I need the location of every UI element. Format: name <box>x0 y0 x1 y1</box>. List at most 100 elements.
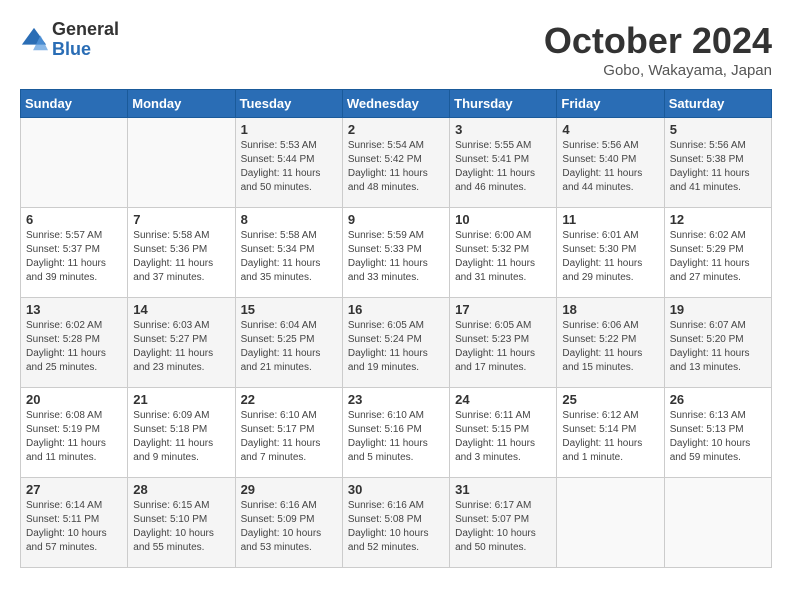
calendar-cell: 28Sunrise: 6:15 AM Sunset: 5:10 PM Dayli… <box>128 478 235 568</box>
day-number: 12 <box>670 212 766 227</box>
calendar-cell: 12 Sunrise: 6:02 AM Sunset: 5:29 PM Dayli… <box>664 208 771 298</box>
day-detail: Sunrise: 6:05 AM Sunset: 5:23 PM Dayligh… <box>455 319 551 375</box>
day-detail: Sunrise: 6:02 AM Sunset: 5:28 PM Dayligh… <box>26 319 122 375</box>
day-detail: Sunrise: 5:55 AM Sunset: 5:41 PM Dayligh… <box>455 139 551 195</box>
day-detail: Sunrise: 6:12 AM Sunset: 5:14 PM Dayligh… <box>562 409 658 465</box>
calendar-cell: 7 Sunrise: 5:58 AM Sunset: 5:36 PM Daylig… <box>128 208 235 298</box>
calendar-cell <box>21 118 128 208</box>
day-number: 29 <box>241 482 337 497</box>
day-detail: Sunrise: 6:17 AM Sunset: 5:07 PM Dayligh… <box>455 499 551 555</box>
calendar-cell: 11Sunrise: 6:01 AM Sunset: 5:30 PM Dayli… <box>557 208 664 298</box>
day-detail: Sunrise: 6:14 AM Sunset: 5:11 PM Dayligh… <box>26 499 122 555</box>
calendar-cell: 4Sunrise: 5:56 AM Sunset: 5:40 PM Daylig… <box>557 118 664 208</box>
calendar-week-row: 27 Sunrise: 6:14 AM Sunset: 5:11 PM Dayli… <box>21 478 772 568</box>
calendar-cell: 24Sunrise: 6:11 AM Sunset: 5:15 PM Dayli… <box>450 388 557 478</box>
weekday-header: Sunday <box>21 90 128 118</box>
day-detail: Sunrise: 6:06 AM Sunset: 5:22 PM Dayligh… <box>562 319 658 375</box>
calendar-week-row: 6 Sunrise: 5:57 AM Sunset: 5:37 PM Daylig… <box>21 208 772 298</box>
logo-general: General <box>52 20 119 40</box>
day-detail: Sunrise: 6:03 AM Sunset: 5:27 PM Dayligh… <box>133 319 229 375</box>
calendar-cell: 2 Sunrise: 5:54 AM Sunset: 5:42 PM Daylig… <box>342 118 449 208</box>
calendar-cell: 6 Sunrise: 5:57 AM Sunset: 5:37 PM Daylig… <box>21 208 128 298</box>
header: General Blue October 2024 Gobo, Wakayama… <box>20 20 772 79</box>
day-detail: Sunrise: 6:04 AM Sunset: 5:25 PM Dayligh… <box>241 319 337 375</box>
calendar-cell: 10 Sunrise: 6:00 AM Sunset: 5:32 PM Dayli… <box>450 208 557 298</box>
weekday-header: Saturday <box>664 90 771 118</box>
day-number: 20 <box>26 392 122 407</box>
calendar-cell: 21 Sunrise: 6:09 AM Sunset: 5:18 PM Dayli… <box>128 388 235 478</box>
day-detail: Sunrise: 5:58 AM Sunset: 5:34 PM Dayligh… <box>241 229 337 285</box>
weekday-header: Tuesday <box>235 90 342 118</box>
calendar-cell: 27 Sunrise: 6:14 AM Sunset: 5:11 PM Dayli… <box>21 478 128 568</box>
calendar-cell: 5Sunrise: 5:56 AM Sunset: 5:38 PM Daylig… <box>664 118 771 208</box>
calendar-cell: 30 Sunrise: 6:16 AM Sunset: 5:08 PM Dayli… <box>342 478 449 568</box>
logo-text: General Blue <box>52 20 119 60</box>
title-month: October 2024 <box>544 20 772 62</box>
title-area: October 2024 Gobo, Wakayama, Japan <box>544 20 772 79</box>
calendar-cell: 3 Sunrise: 5:55 AM Sunset: 5:41 PM Daylig… <box>450 118 557 208</box>
calendar-cell: 17 Sunrise: 6:05 AM Sunset: 5:23 PM Dayli… <box>450 298 557 388</box>
calendar-cell: 14 Sunrise: 6:03 AM Sunset: 5:27 PM Dayli… <box>128 298 235 388</box>
day-number: 6 <box>26 212 122 227</box>
logo: General Blue <box>20 20 119 60</box>
day-number: 28 <box>133 482 229 497</box>
day-detail: Sunrise: 6:16 AM Sunset: 5:09 PM Dayligh… <box>241 499 337 555</box>
calendar-cell: 18 Sunrise: 6:06 AM Sunset: 5:22 PM Dayli… <box>557 298 664 388</box>
day-detail: Sunrise: 5:59 AM Sunset: 5:33 PM Dayligh… <box>348 229 444 285</box>
calendar-cell: 25 Sunrise: 6:12 AM Sunset: 5:14 PM Dayli… <box>557 388 664 478</box>
logo-icon <box>20 26 48 54</box>
calendar-cell <box>664 478 771 568</box>
day-number: 30 <box>348 482 444 497</box>
day-number: 25 <box>562 392 658 407</box>
day-detail: Sunrise: 6:01 AM Sunset: 5:30 PM Dayligh… <box>562 229 658 285</box>
day-number: 13 <box>26 302 122 317</box>
day-number: 8 <box>241 212 337 227</box>
day-detail: Sunrise: 6:05 AM Sunset: 5:24 PM Dayligh… <box>348 319 444 375</box>
day-detail: Sunrise: 6:10 AM Sunset: 5:17 PM Dayligh… <box>241 409 337 465</box>
calendar-week-row: 1Sunrise: 5:53 AM Sunset: 5:44 PM Daylig… <box>21 118 772 208</box>
weekday-header: Thursday <box>450 90 557 118</box>
day-number: 15 <box>241 302 337 317</box>
calendar-cell: 9Sunrise: 5:59 AM Sunset: 5:33 PM Daylig… <box>342 208 449 298</box>
day-detail: Sunrise: 6:13 AM Sunset: 5:13 PM Dayligh… <box>670 409 766 465</box>
calendar-table: SundayMondayTuesdayWednesdayThursdayFrid… <box>20 89 772 568</box>
calendar-cell: 26 Sunrise: 6:13 AM Sunset: 5:13 PM Dayli… <box>664 388 771 478</box>
day-number: 17 <box>455 302 551 317</box>
weekday-header: Friday <box>557 90 664 118</box>
calendar-cell: 13 Sunrise: 6:02 AM Sunset: 5:28 PM Dayli… <box>21 298 128 388</box>
day-number: 27 <box>26 482 122 497</box>
day-number: 10 <box>455 212 551 227</box>
calendar-cell: 29 Sunrise: 6:16 AM Sunset: 5:09 PM Dayli… <box>235 478 342 568</box>
day-number: 3 <box>455 122 551 137</box>
day-number: 5 <box>670 122 766 137</box>
calendar-cell: 31 Sunrise: 6:17 AM Sunset: 5:07 PM Dayli… <box>450 478 557 568</box>
day-number: 31 <box>455 482 551 497</box>
logo-blue: Blue <box>52 40 119 60</box>
day-number: 19 <box>670 302 766 317</box>
day-detail: Sunrise: 6:07 AM Sunset: 5:20 PM Dayligh… <box>670 319 766 375</box>
day-detail: Sunrise: 6:16 AM Sunset: 5:08 PM Dayligh… <box>348 499 444 555</box>
day-detail: Sunrise: 6:00 AM Sunset: 5:32 PM Dayligh… <box>455 229 551 285</box>
day-number: 26 <box>670 392 766 407</box>
weekday-header: Monday <box>128 90 235 118</box>
day-detail: Sunrise: 5:58 AM Sunset: 5:36 PM Dayligh… <box>133 229 229 285</box>
day-detail: Sunrise: 5:53 AM Sunset: 5:44 PM Dayligh… <box>241 139 337 195</box>
day-detail: Sunrise: 5:54 AM Sunset: 5:42 PM Dayligh… <box>348 139 444 195</box>
title-location: Gobo, Wakayama, Japan <box>544 62 772 79</box>
calendar-cell <box>557 478 664 568</box>
day-detail: Sunrise: 6:09 AM Sunset: 5:18 PM Dayligh… <box>133 409 229 465</box>
day-number: 18 <box>562 302 658 317</box>
day-number: 2 <box>348 122 444 137</box>
day-number: 16 <box>348 302 444 317</box>
calendar-cell: 20Sunrise: 6:08 AM Sunset: 5:19 PM Dayli… <box>21 388 128 478</box>
day-number: 4 <box>562 122 658 137</box>
day-number: 22 <box>241 392 337 407</box>
calendar-cell: 19 Sunrise: 6:07 AM Sunset: 5:20 PM Dayli… <box>664 298 771 388</box>
day-detail: Sunrise: 6:02 AM Sunset: 5:29 PM Dayligh… <box>670 229 766 285</box>
day-detail: Sunrise: 5:57 AM Sunset: 5:37 PM Dayligh… <box>26 229 122 285</box>
day-number: 7 <box>133 212 229 227</box>
calendar-cell: 1Sunrise: 5:53 AM Sunset: 5:44 PM Daylig… <box>235 118 342 208</box>
day-number: 21 <box>133 392 229 407</box>
day-number: 14 <box>133 302 229 317</box>
day-number: 23 <box>348 392 444 407</box>
